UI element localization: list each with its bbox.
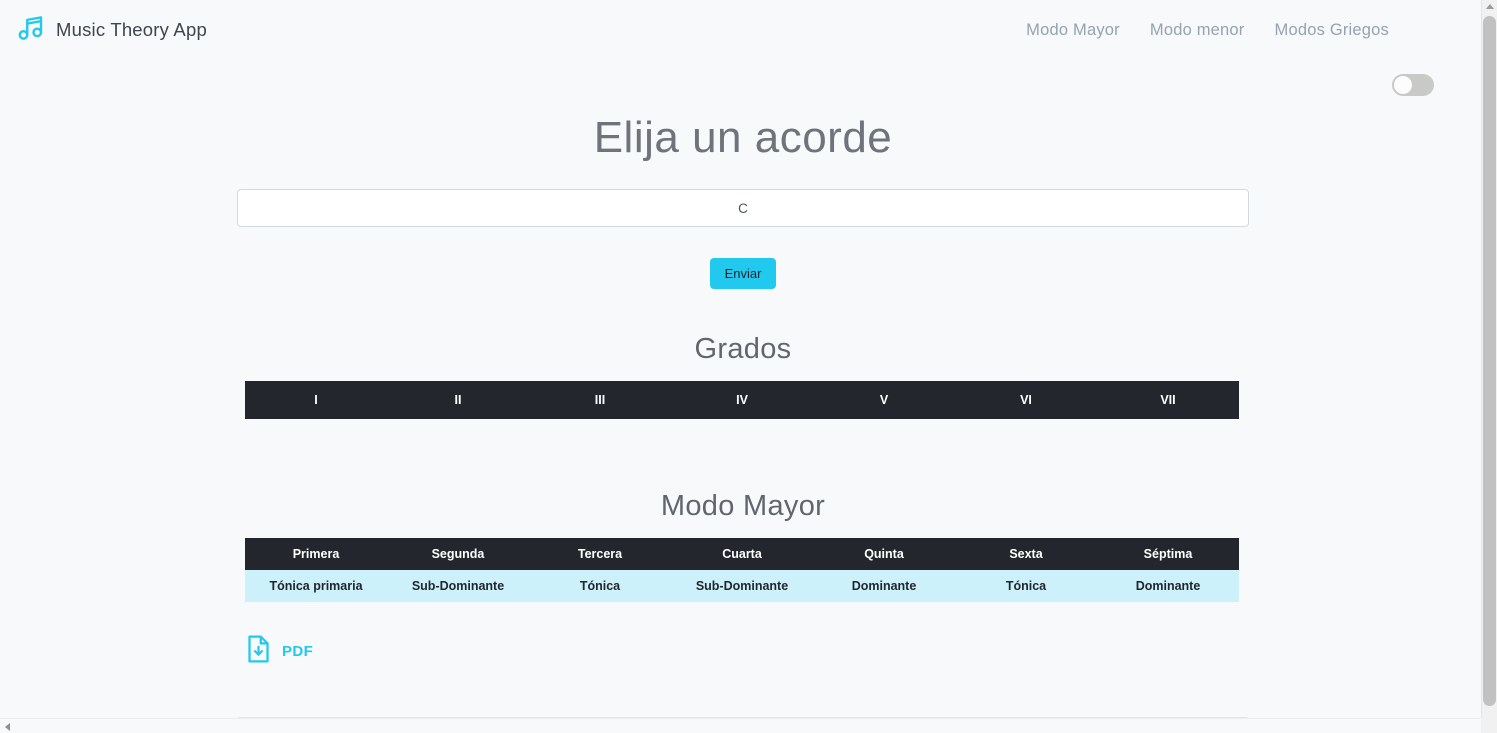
modo-col-segunda: Segunda (431, 547, 485, 561)
grados-col-4: IV (736, 393, 748, 407)
submit-button[interactable]: Enviar (709, 258, 777, 289)
nav-item-modo-mayor[interactable]: Modo Mayor (1026, 21, 1120, 40)
nav-item-modo-menor[interactable]: Modo menor (1150, 21, 1245, 40)
grados-header-row: I II III IV V VI VII (245, 381, 1239, 419)
modo-col-cuarta: Cuarta (722, 547, 762, 561)
vertical-scrollbar-thumb[interactable] (1483, 16, 1496, 706)
scroll-left-arrow-icon[interactable] (5, 723, 10, 731)
grados-table: I II III IV V VI VII (245, 381, 1239, 419)
page-title: Elija un acorde (593, 113, 893, 162)
modo-header-row: Primera Segunda Tercera Cuarta Quinta Se… (245, 538, 1239, 570)
page-scroll-area: Music Theory App Modo Mayor Modo menor M… (0, 0, 1481, 718)
scrollbar-corner (1481, 718, 1497, 733)
vertical-scrollbar[interactable] (1481, 0, 1497, 718)
modo-col-quinta: Quinta (864, 547, 904, 561)
modo-cell-3: Tónica (579, 579, 621, 593)
chord-input[interactable] (237, 189, 1249, 227)
nav-item-modos-griegos[interactable]: Modos Griegos (1275, 21, 1389, 40)
theme-toggle-knob (1394, 76, 1412, 94)
grados-col-2: II (454, 393, 462, 407)
theme-toggle-row (0, 74, 1481, 96)
grados-col-3: III (594, 393, 606, 407)
theme-toggle[interactable] (1392, 74, 1434, 96)
music-note-icon (16, 13, 46, 48)
modo-cell-1: Tónica primaria (269, 579, 363, 593)
modo-cell-5: Dominante (851, 579, 917, 593)
modo-col-septima: Séptima (1143, 547, 1193, 561)
main-nav: Modo Mayor Modo menor Modos Griegos (1026, 21, 1481, 40)
main-content: Elija un acorde Enviar Grados I II III I… (237, 110, 1249, 718)
horizontal-scrollbar[interactable] (0, 718, 1497, 733)
modo-cell-7: Dominante (1135, 579, 1201, 593)
brand-name: Music Theory App (56, 19, 207, 40)
pdf-label: PDF (282, 643, 314, 660)
modo-cell-4: Sub-Dominante (695, 579, 789, 593)
modo-mayor-title: Modo Mayor (660, 490, 826, 522)
modo-col-tercera: Tercera (577, 547, 623, 561)
pdf-download-link[interactable]: PDF (245, 634, 313, 669)
brand-logo-link[interactable]: Music Theory App (16, 13, 207, 48)
file-download-icon (245, 634, 272, 669)
grados-title: Grados (694, 333, 792, 365)
table-row: Tónica primaria Sub-Dominante Tónica Sub… (245, 570, 1239, 602)
modo-cell-6: Tónica (1005, 579, 1047, 593)
modo-mayor-table: Primera Segunda Tercera Cuarta Quinta Se… (245, 538, 1239, 602)
modo-cell-2: Sub-Dominante (411, 579, 505, 593)
grados-col-6: VI (1020, 393, 1032, 407)
grados-col-7: VII (1160, 393, 1176, 407)
submit-row: Enviar (237, 258, 1249, 289)
scroll-up-arrow-icon[interactable] (1486, 4, 1494, 9)
modo-col-primera: Primera (292, 547, 340, 561)
grados-col-1: I (314, 393, 318, 407)
app-header: Music Theory App Modo Mayor Modo menor M… (0, 0, 1481, 60)
grados-col-5: V (879, 393, 889, 407)
modo-col-sexta: Sexta (1009, 547, 1043, 561)
